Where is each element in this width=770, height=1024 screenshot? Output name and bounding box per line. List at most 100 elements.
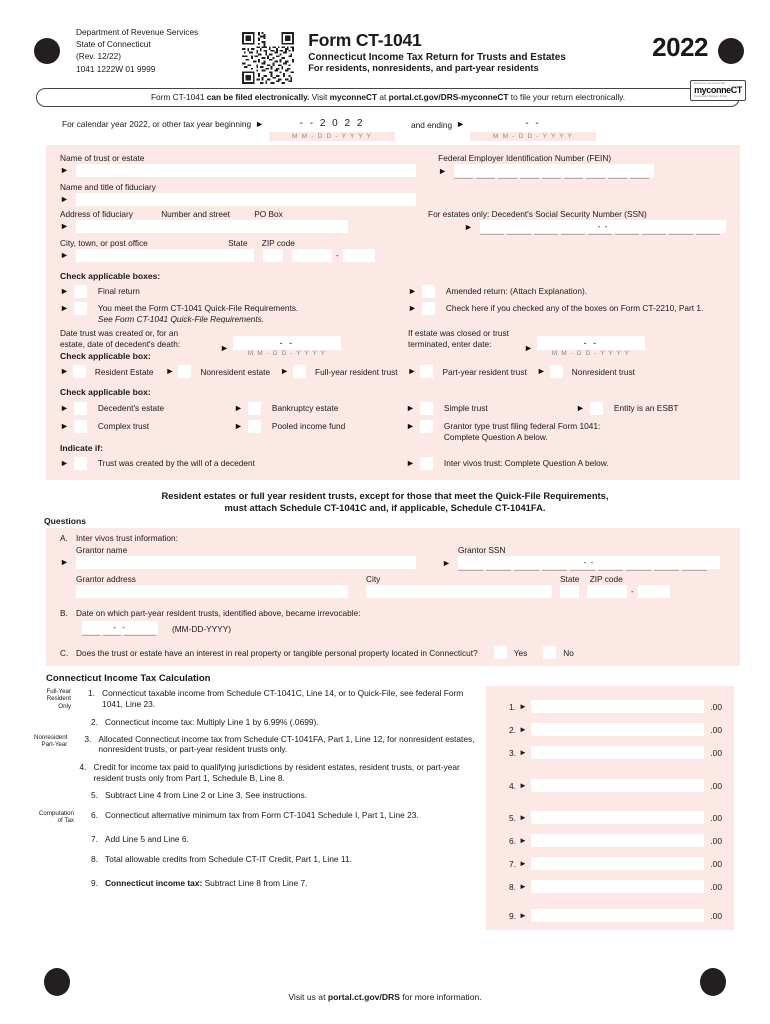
grantor-ssn-input[interactable]: - - bbox=[457, 556, 720, 569]
zip-ext-input[interactable] bbox=[342, 249, 375, 262]
label-pooled-income-fund: Pooled income fund bbox=[271, 421, 346, 431]
tax-year-begin-input[interactable]: - - 2 0 2 2 bbox=[269, 115, 396, 132]
checkbox-resident-estate[interactable] bbox=[72, 365, 86, 378]
checkbox-full-year-trust[interactable] bbox=[293, 365, 306, 378]
date-created-label-l2: estate, date of decedent's death: bbox=[60, 338, 181, 349]
arrow-icon-simple-trust: ► bbox=[406, 403, 415, 413]
amount-8-input[interactable] bbox=[530, 880, 704, 893]
amount-1-number: 1. bbox=[509, 701, 516, 712]
checkbox-amended-return[interactable]: ► Amended return: (Attach Explanation). bbox=[408, 285, 587, 298]
arrow-icon-decedents-estate: ► bbox=[60, 403, 69, 413]
tax-year-end-input[interactable]: - - bbox=[470, 115, 597, 132]
date-closed-group: If estate was closed or trust terminated… bbox=[408, 328, 645, 357]
amount-5-number: 5. bbox=[509, 812, 516, 823]
arrow-icon-date-closed: ► bbox=[524, 343, 533, 353]
arrow-icon-quick-file: ► bbox=[60, 303, 69, 313]
checkbox-final-return-box[interactable] bbox=[73, 285, 87, 298]
checkbox-complex-trust-box[interactable] bbox=[73, 420, 87, 433]
checkbox-complex-trust[interactable]: ► Complex trust bbox=[60, 420, 234, 442]
arrow-icon-end: ► bbox=[456, 119, 466, 129]
decedent-ssn-input[interactable]: - - bbox=[480, 220, 726, 233]
city-input[interactable] bbox=[76, 249, 254, 262]
checkbox-quick-file-box[interactable] bbox=[73, 302, 87, 315]
tax-calculation-heading: Connecticut Income Tax Calculation bbox=[46, 673, 211, 684]
checkbox-esbt-box[interactable] bbox=[589, 402, 603, 415]
amount-row-7: 7. ► .00 bbox=[486, 857, 734, 870]
footer-link-portal[interactable]: portal.ct.gov/DRS bbox=[328, 992, 400, 1002]
po-box-label: PO Box bbox=[254, 209, 283, 219]
amount-3-input[interactable] bbox=[530, 746, 704, 759]
tax-line-4-text: Credit for income tax paid to qualifying… bbox=[93, 762, 460, 783]
checkbox-esbt[interactable]: ► Entity is an ESBT bbox=[576, 402, 678, 415]
amount-2-input[interactable] bbox=[530, 723, 704, 736]
residency-row: ► Resident Estate ► Nonresident estate ►… bbox=[60, 365, 726, 378]
date-created-input[interactable]: - - bbox=[232, 336, 341, 350]
checkbox-final-return[interactable]: ► Final return bbox=[60, 285, 408, 298]
amount-4-input[interactable] bbox=[530, 779, 704, 792]
amount-9-input[interactable] bbox=[530, 909, 704, 922]
address-input[interactable] bbox=[76, 220, 348, 233]
checkbox-nonresident-trust[interactable] bbox=[549, 365, 563, 378]
amount-2-cents: .00 bbox=[710, 724, 722, 735]
checkbox-inter-vivos-trust-box[interactable] bbox=[419, 457, 433, 470]
checkbox-amended-return-box[interactable] bbox=[421, 285, 435, 298]
fiduciary-name-input[interactable] bbox=[76, 193, 416, 206]
grantor-zip-ext-input[interactable] bbox=[637, 585, 670, 598]
side-label-nonresident: Nonresident Part-Year bbox=[34, 734, 67, 755]
checkbox-simple-trust-box[interactable] bbox=[419, 402, 433, 415]
checkbox-simple-trust[interactable]: ► Simple trust bbox=[406, 402, 576, 415]
checkbox-question-c-yes[interactable] bbox=[493, 646, 507, 659]
amount-row-3: 3. ► .00 bbox=[486, 746, 734, 759]
efile-link-portal[interactable]: portal.ct.gov/DRS-myconneCT bbox=[389, 92, 509, 102]
checkbox-part-year-trust[interactable] bbox=[420, 365, 434, 378]
amount-7-input[interactable] bbox=[530, 857, 704, 870]
checkbox-pooled-income-fund[interactable]: ► Pooled income fund bbox=[234, 420, 406, 442]
checkbox-bankruptcy-estate-box[interactable] bbox=[247, 402, 261, 415]
tax-line-6-text: Connecticut alternative minimum tax from… bbox=[105, 809, 419, 820]
amount-5-input[interactable] bbox=[530, 811, 704, 824]
checkbox-grantor-type-trust-box[interactable] bbox=[419, 420, 433, 433]
arrow-icon-nonresident-trust: ► bbox=[536, 366, 546, 376]
tax-line-6-number: 6. bbox=[91, 809, 98, 820]
checkbox-ct2210-box[interactable] bbox=[421, 302, 435, 315]
form-title-block: Form CT-1041 Connecticut Income Tax Retu… bbox=[308, 30, 566, 73]
checkbox-decedents-estate-box[interactable] bbox=[73, 402, 87, 415]
state-input[interactable] bbox=[263, 249, 283, 262]
tax-line-4: 4. Credit for income tax paid to qualify… bbox=[34, 762, 486, 783]
question-b-date-input[interactable]: - - bbox=[82, 621, 158, 634]
zip-input[interactable] bbox=[292, 249, 332, 262]
checkbox-will-of-decedent-box[interactable] bbox=[73, 457, 87, 470]
fein-input[interactable] bbox=[454, 164, 655, 177]
tax-line-7: 7. Add Line 5 and Line 6. bbox=[34, 834, 486, 845]
fiduciary-name-label: Name and title of fiduciary bbox=[60, 182, 156, 192]
grantor-name-input[interactable] bbox=[76, 556, 416, 569]
checkbox-ct2210[interactable]: ► Check here if you checked any of the b… bbox=[408, 302, 703, 324]
amount-6-input[interactable] bbox=[530, 834, 704, 847]
checkbox-will-of-decedent[interactable]: ► Trust was created by the will of a dec… bbox=[60, 457, 406, 470]
checkbox-ct2210-label: Check here if you checked any of the box… bbox=[445, 303, 704, 313]
trust-name-input[interactable] bbox=[76, 164, 416, 177]
checkbox-pooled-income-fund-box[interactable] bbox=[247, 420, 261, 433]
questions-section: A. Inter vivos trust information: Granto… bbox=[46, 528, 740, 666]
date-closed-format-hint: M M - D D - Y Y Y Y bbox=[551, 350, 631, 357]
tax-year: 2022 bbox=[652, 32, 708, 62]
label-full-year-trust: Full-year resident trust bbox=[315, 366, 398, 377]
grantor-zip-input[interactable] bbox=[587, 585, 627, 598]
amount-1-input[interactable] bbox=[530, 700, 704, 713]
checkbox-grantor-type-trust[interactable]: ► Grantor type trust filing federal Form… bbox=[406, 420, 600, 442]
dept-line-4: 1041 1222W 01 9999 bbox=[76, 63, 156, 74]
grantor-city-input[interactable] bbox=[366, 585, 552, 598]
checkbox-question-c-no[interactable] bbox=[543, 646, 557, 659]
amount-3-cents: .00 bbox=[710, 747, 722, 758]
amount-row-4: 4. ► .00 bbox=[486, 779, 734, 792]
side-label-spacer-7 bbox=[34, 834, 74, 845]
date-closed-input[interactable]: - - bbox=[536, 336, 645, 350]
checkbox-quick-file[interactable]: ► You meet the Form CT-1041 Quick-File R… bbox=[60, 302, 408, 324]
grantor-address-input[interactable] bbox=[76, 585, 348, 598]
checkbox-inter-vivos-trust[interactable]: ► Inter vivos trust: Complete Question A… bbox=[406, 457, 609, 470]
checkbox-decedents-estate[interactable]: ► Decedent's estate bbox=[60, 402, 234, 415]
checkbox-nonresident-estate[interactable] bbox=[178, 365, 192, 378]
grantor-state-input[interactable] bbox=[560, 585, 579, 598]
arrow-icon-amount-6: ► bbox=[519, 836, 527, 845]
checkbox-bankruptcy-estate[interactable]: ► Bankruptcy estate bbox=[234, 402, 406, 415]
